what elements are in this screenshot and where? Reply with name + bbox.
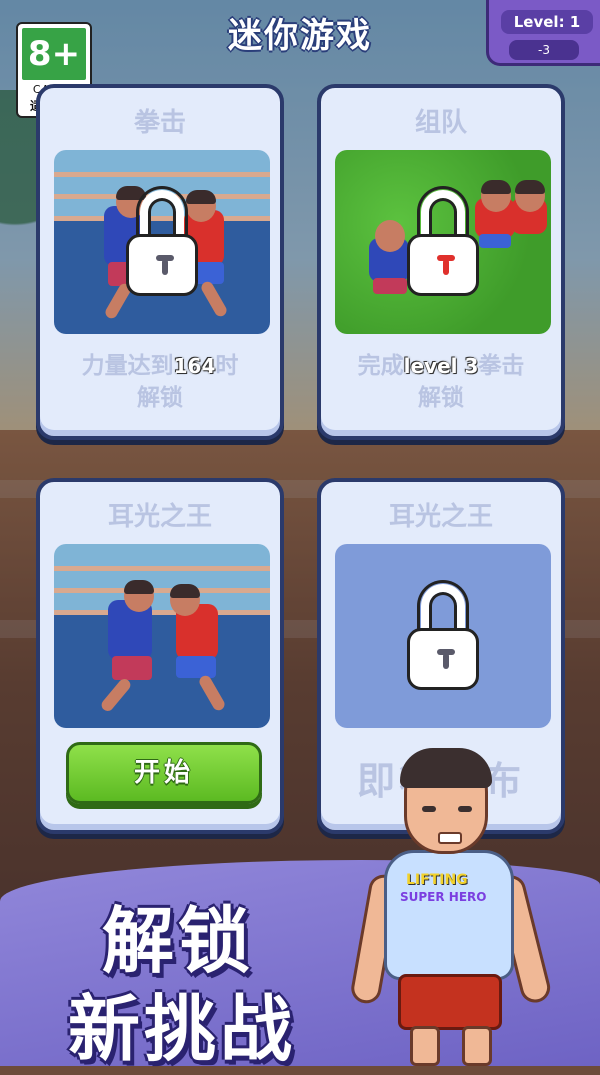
hero-shirt-logo: LIFTING [406, 872, 468, 888]
requirement-suffix: 时 [215, 353, 239, 379]
hero-eye [422, 806, 436, 812]
lock-icon [407, 186, 479, 296]
ring-rope [54, 172, 270, 177]
requirement-value: 164 [173, 354, 216, 378]
level-text: Level: 1 [501, 10, 593, 34]
slap-king-thumbnail [54, 544, 270, 728]
minigame-card-boxing[interactable]: 拳击 力量达到164时 解锁 [36, 84, 284, 440]
card-title: 耳光之王 [107, 502, 212, 532]
hero-leg [462, 1026, 492, 1066]
requirement-unlock: 解锁 [418, 385, 464, 411]
team-thumbnail [335, 150, 551, 334]
requirement-prefix: 完成 [357, 353, 404, 379]
minigame-card-slap-king[interactable]: 耳光之王 开始 [36, 478, 284, 834]
requirement-unlock: 解锁 [137, 385, 183, 411]
hero-shirt [384, 850, 514, 980]
ring-rope [54, 566, 270, 571]
age-rating-value: 8+ [22, 28, 86, 80]
requirement-suffix: 拳击 [478, 353, 525, 379]
hero-shirt-slogan: SUPER HERO [400, 890, 487, 904]
lock-icon [126, 186, 198, 296]
requirement-prefix: 力量达到 [81, 353, 174, 379]
level-badge: Level: 1 -3 [486, 0, 600, 66]
minigame-card-team[interactable]: 组队 完成level 3拳击 解锁 [317, 84, 565, 440]
lock-icon [407, 580, 479, 690]
promo-line-2: 新挑战 [68, 987, 297, 1071]
unlock-requirement: 完成level 3拳击 解锁 [329, 350, 553, 414]
unlock-requirement: 力量达到164时 解锁 [48, 350, 272, 414]
boxing-thumbnail [54, 150, 270, 334]
level-cost: -3 [509, 40, 579, 60]
hero-character: LIFTING SUPER HERO [348, 748, 580, 1066]
hero-hair [400, 748, 492, 788]
card-title: 拳击 [133, 108, 186, 138]
requirement-value: level 3 [403, 354, 479, 378]
card-title: 组队 [414, 108, 467, 138]
hero-eye [458, 806, 472, 812]
ring-rope [54, 588, 270, 593]
placeholder-thumbnail [335, 544, 551, 728]
hero-mouth [438, 832, 462, 844]
hero-leg [410, 1026, 440, 1066]
start-button[interactable]: 开始 [66, 742, 262, 804]
hero-shorts [398, 974, 502, 1030]
card-title: 耳光之王 [388, 502, 493, 532]
ring-rope [54, 610, 270, 615]
